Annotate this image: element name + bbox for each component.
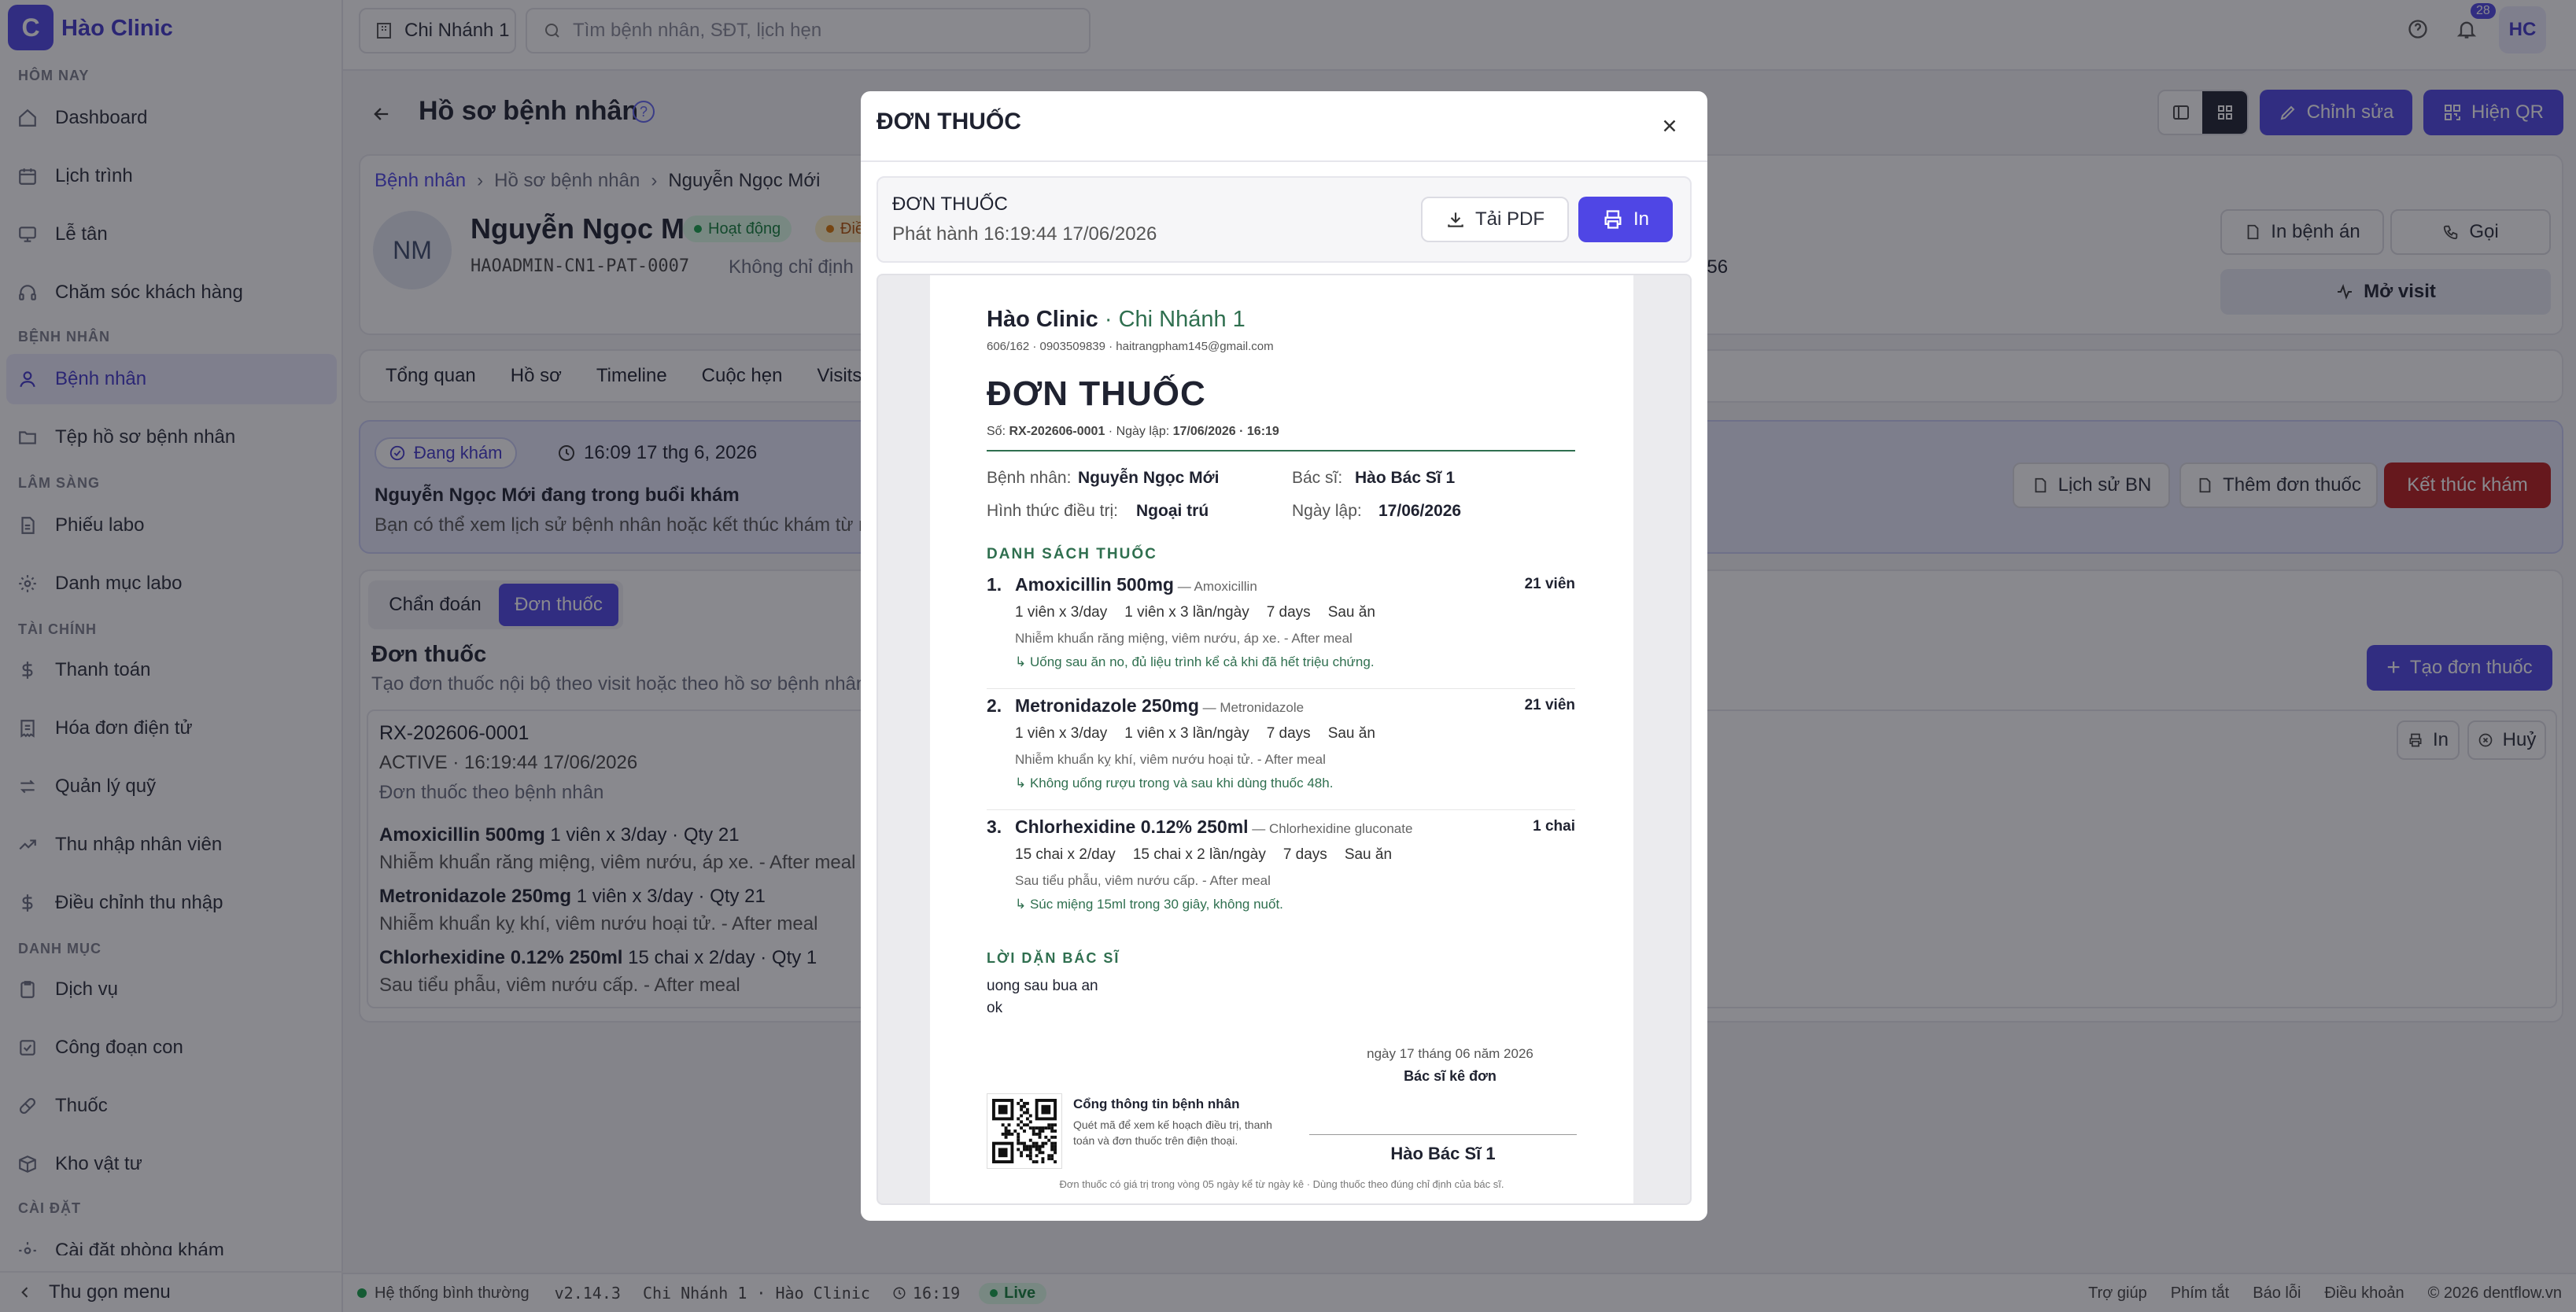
rx-med-name: Chlorhexidine 0.12% 250ml: [1015, 816, 1249, 837]
rx-days: 7 days: [1266, 725, 1311, 742]
rx-portal-title: Cổng thông tin bệnh nhân: [1073, 1096, 1240, 1111]
rx-heading: ĐƠN THUỐC: [987, 374, 1206, 413]
download-icon: [1445, 209, 1466, 230]
rx-advice-line: ok: [987, 1000, 1003, 1016]
document-preview[interactable]: Hào Clinic · Chi Nhánh 1 606/162 · 09035…: [877, 274, 1692, 1205]
rx-branch: · Chi Nhánh 1: [1098, 307, 1246, 332]
rx-days: 7 days: [1266, 604, 1311, 621]
rx-med-no: 2.: [987, 695, 1002, 716]
close-button[interactable]: [1652, 109, 1687, 143]
download-pdf-label: Tải PDF: [1474, 208, 1544, 230]
rx-signature-line: [1309, 1134, 1577, 1135]
rx-advice-line: uong sau bua an: [987, 978, 1098, 994]
print-button[interactable]: In: [1578, 197, 1673, 242]
rx-med-generic: — Amoxicillin: [1173, 579, 1257, 594]
rx-med-generic: — Chlorhexidine gluconate: [1248, 821, 1413, 836]
rx-timing: Sau ăn: [1344, 846, 1393, 863]
rx-med-name: Amoxicillin 500mg: [1015, 574, 1174, 595]
rx-header-rule: [987, 450, 1575, 451]
rx-med-title: Amoxicillin 500mg — Amoxicillin: [1015, 574, 1257, 595]
rx-med-item: 3. Chlorhexidine 0.12% 250ml — Chlorhexi…: [987, 816, 1575, 931]
rx-frequency: 1 viên x 3 lần/ngày: [1124, 604, 1249, 621]
rx-timing: Sau ăn: [1327, 604, 1375, 621]
rx-med-generic: — Metronidazole: [1198, 700, 1305, 715]
rx-number-label: Số:: [987, 425, 1009, 438]
modal-toolbar: ĐƠN THUỐC Phát hành 16:19:44 17/06/2026 …: [877, 176, 1692, 263]
rx-med-title: Metronidazole 250mg — Metronidazole: [1015, 695, 1304, 717]
rx-signer: Hào Bác Sĩ 1: [1390, 1144, 1496, 1163]
rx-timing: Sau ăn: [1327, 725, 1375, 742]
rx-dose: 1 viên x 3/day: [1015, 725, 1108, 742]
rx-med-qty: 1 chai: [1533, 818, 1575, 835]
prescription-sheet: Hào Clinic · Chi Nhánh 1 606/162 · 09035…: [930, 275, 1633, 1203]
rx-dose: 15 chai x 2/day: [1015, 846, 1116, 863]
rx-med-indication: Nhiễm khuẩn kỵ khí, viêm nướu hoại tử. -…: [1015, 752, 1326, 767]
rx-advice: uong sau bua an ok: [987, 975, 1098, 1019]
rx-clinic-header: Hào Clinic · Chi Nhánh 1: [987, 307, 1246, 333]
rx-list-title: DANH SÁCH THUỐC: [987, 546, 1157, 562]
rx-created-label: Ngày lập:: [1292, 502, 1362, 520]
rx-sign-date: ngày 17 tháng 06 năm 2026: [1367, 1046, 1533, 1061]
rx-days: 7 days: [1282, 846, 1327, 863]
rx-doctor: Hào Bác Sĩ 1: [1355, 469, 1456, 487]
rx-advice-title: LỜI DẶN BÁC SĨ: [987, 950, 1120, 966]
rx-med-instruction: ↳ Uống sau ăn no, đủ liệu trình kể cả kh…: [1015, 654, 1375, 669]
rx-med-instruction: ↳ Súc miệng 15ml trong 30 giây, không nu…: [1015, 897, 1283, 912]
rx-contact: 606/162 · 0903509839 · haitrangpham145@g…: [987, 340, 1274, 353]
rx-med-instruction: ↳ Không uống rượu trong và sau khi dùng …: [1015, 776, 1334, 791]
rx-frequency: 1 viên x 3 lần/ngày: [1124, 725, 1249, 742]
rx-date: 17/06/2026 · 16:19: [1172, 425, 1279, 438]
rx-number: RX-202606-0001: [1009, 425, 1105, 438]
rx-date-label: · Ngày lập:: [1105, 425, 1173, 438]
rx-frequency: 15 chai x 2 lần/ngày: [1132, 846, 1266, 863]
rx-mode-label: Hình thức điều trị:: [987, 502, 1118, 520]
rx-med-indication: Nhiễm khuẩn răng miệng, viêm nướu, áp xe…: [1015, 631, 1353, 646]
rx-med-no: 3.: [987, 816, 1002, 837]
rx-med-item: 2. Metronidazole 250mg — Metronidazole 2…: [987, 695, 1575, 810]
modal-title: ĐƠN THUỐC: [877, 109, 1021, 135]
rx-dose: 1 viên x 3/day: [1015, 604, 1108, 621]
document-title: ĐƠN THUỐC: [892, 193, 1008, 215]
print-label: In: [1633, 208, 1649, 230]
rx-patient: Nguyễn Ngọc Mới: [1078, 469, 1220, 487]
printer-icon: [1602, 208, 1624, 230]
rx-med-dosage: 15 chai x 2/day 15 chai x 2 lần/ngày 7 day…: [1015, 846, 1409, 864]
rx-portal-desc: Quét mã để xem kế hoạch điều trị, thanh …: [1073, 1119, 1272, 1147]
portal-qr-code: [987, 1093, 1062, 1169]
close-icon: [1659, 116, 1680, 136]
rx-med-dosage: 1 viên x 3/day 1 viên x 3 lần/ngày 7 days S…: [1015, 604, 1393, 621]
document-issued: Phát hành 16:19:44 17/06/2026: [892, 223, 1157, 245]
rx-med-indication: Sau tiểu phẫu, viêm nướu cấp. - After me…: [1015, 873, 1271, 888]
rx-patient-label: Bệnh nhân:: [987, 469, 1072, 487]
prescription-modal: ĐƠN THUỐC ĐƠN THUỐC Phát hành 16:19:44 1…: [861, 91, 1707, 1221]
rx-number-line: Số: RX-202606-0001 · Ngày lập: 17/06/202…: [987, 425, 1279, 439]
rx-med-name: Metronidazole 250mg: [1015, 695, 1199, 716]
rx-created: 17/06/2026: [1378, 502, 1462, 520]
rx-sign-role: Bác sĩ kê đơn: [1404, 1068, 1497, 1084]
rx-med-item: 1. Amoxicillin 500mg — Amoxicillin 21 vi…: [987, 574, 1575, 689]
rx-med-dosage: 1 viên x 3/day 1 viên x 3 lần/ngày 7 days S…: [1015, 725, 1393, 743]
rx-doctor-label: Bác sĩ:: [1292, 469, 1343, 487]
rx-mode: Ngoại trú: [1136, 502, 1209, 520]
rx-med-qty: 21 viên: [1524, 576, 1575, 592]
rx-med-qty: 21 viên: [1524, 697, 1575, 713]
rx-med-no: 1.: [987, 574, 1002, 595]
modal-divider: [861, 160, 1707, 162]
rx-clinic-name: Hào Clinic: [987, 307, 1098, 332]
rx-med-title: Chlorhexidine 0.12% 250ml — Chlorhexidin…: [1015, 816, 1412, 838]
download-pdf-button[interactable]: Tải PDF: [1421, 197, 1569, 242]
rx-validity-note: Đơn thuốc có giá trị trong vòng 05 ngày …: [1059, 1178, 1504, 1190]
